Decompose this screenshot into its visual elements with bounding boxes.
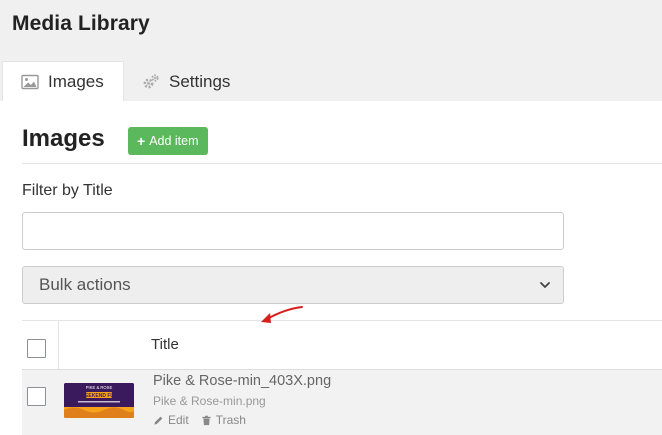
trash-icon bbox=[202, 415, 211, 425]
thumbnail-line-1: PIKE & ROSE bbox=[86, 385, 113, 390]
header-divider bbox=[22, 163, 662, 164]
filter-label: Filter by Title bbox=[22, 182, 113, 199]
bulk-actions-value: Bulk actions bbox=[39, 275, 131, 294]
annotation-arrow-icon bbox=[261, 306, 303, 323]
file-title[interactable]: Pike & Rose-min_403X.png bbox=[153, 373, 331, 389]
pencil-icon bbox=[154, 416, 163, 425]
table-row: PIKE & ROSE WEEKEND FUN Pike & Rose-min_… bbox=[22, 369, 662, 435]
add-item-button[interactable]: + Add item bbox=[128, 127, 208, 155]
thumbnail-line-2: WEEKEND FUN bbox=[80, 393, 118, 399]
tab-settings-label: Settings bbox=[169, 71, 231, 91]
filter-title-input[interactable] bbox=[22, 212, 564, 250]
table-header: Title bbox=[22, 321, 662, 369]
trash-label: Trash bbox=[215, 413, 246, 427]
gears-icon bbox=[142, 73, 160, 91]
add-item-label: Add item bbox=[149, 134, 199, 148]
bulk-actions-select[interactable]: Bulk actions bbox=[22, 266, 564, 304]
chevron-down-icon bbox=[540, 282, 550, 288]
edit-link[interactable]: Edit bbox=[153, 413, 189, 427]
trash-link[interactable]: Trash bbox=[201, 413, 246, 427]
select-all-checkbox[interactable] bbox=[27, 339, 46, 358]
page-title: Media Library bbox=[12, 12, 150, 35]
images-table: Title PIKE & ROSE WEEKEND FUN Pike & Ros… bbox=[22, 320, 662, 435]
column-header-title[interactable]: Title bbox=[151, 336, 179, 353]
tab-bar: Images Settings bbox=[0, 61, 662, 102]
tab-settings[interactable]: Settings bbox=[140, 61, 230, 102]
tab-images-label: Images bbox=[48, 72, 104, 91]
edit-label: Edit bbox=[168, 413, 189, 427]
plus-icon: + bbox=[137, 133, 146, 149]
image-icon bbox=[21, 73, 39, 91]
row-actions: Edit Trash bbox=[153, 413, 246, 427]
file-name: Pike & Rose-min.png bbox=[153, 394, 266, 408]
row-checkbox[interactable] bbox=[27, 387, 46, 406]
tab-images[interactable]: Images bbox=[2, 61, 124, 102]
section-title: Images bbox=[22, 125, 105, 152]
images-panel: Images + Add item Filter by Title Bulk a… bbox=[0, 101, 662, 435]
image-thumbnail[interactable]: PIKE & ROSE WEEKEND FUN bbox=[64, 383, 134, 418]
